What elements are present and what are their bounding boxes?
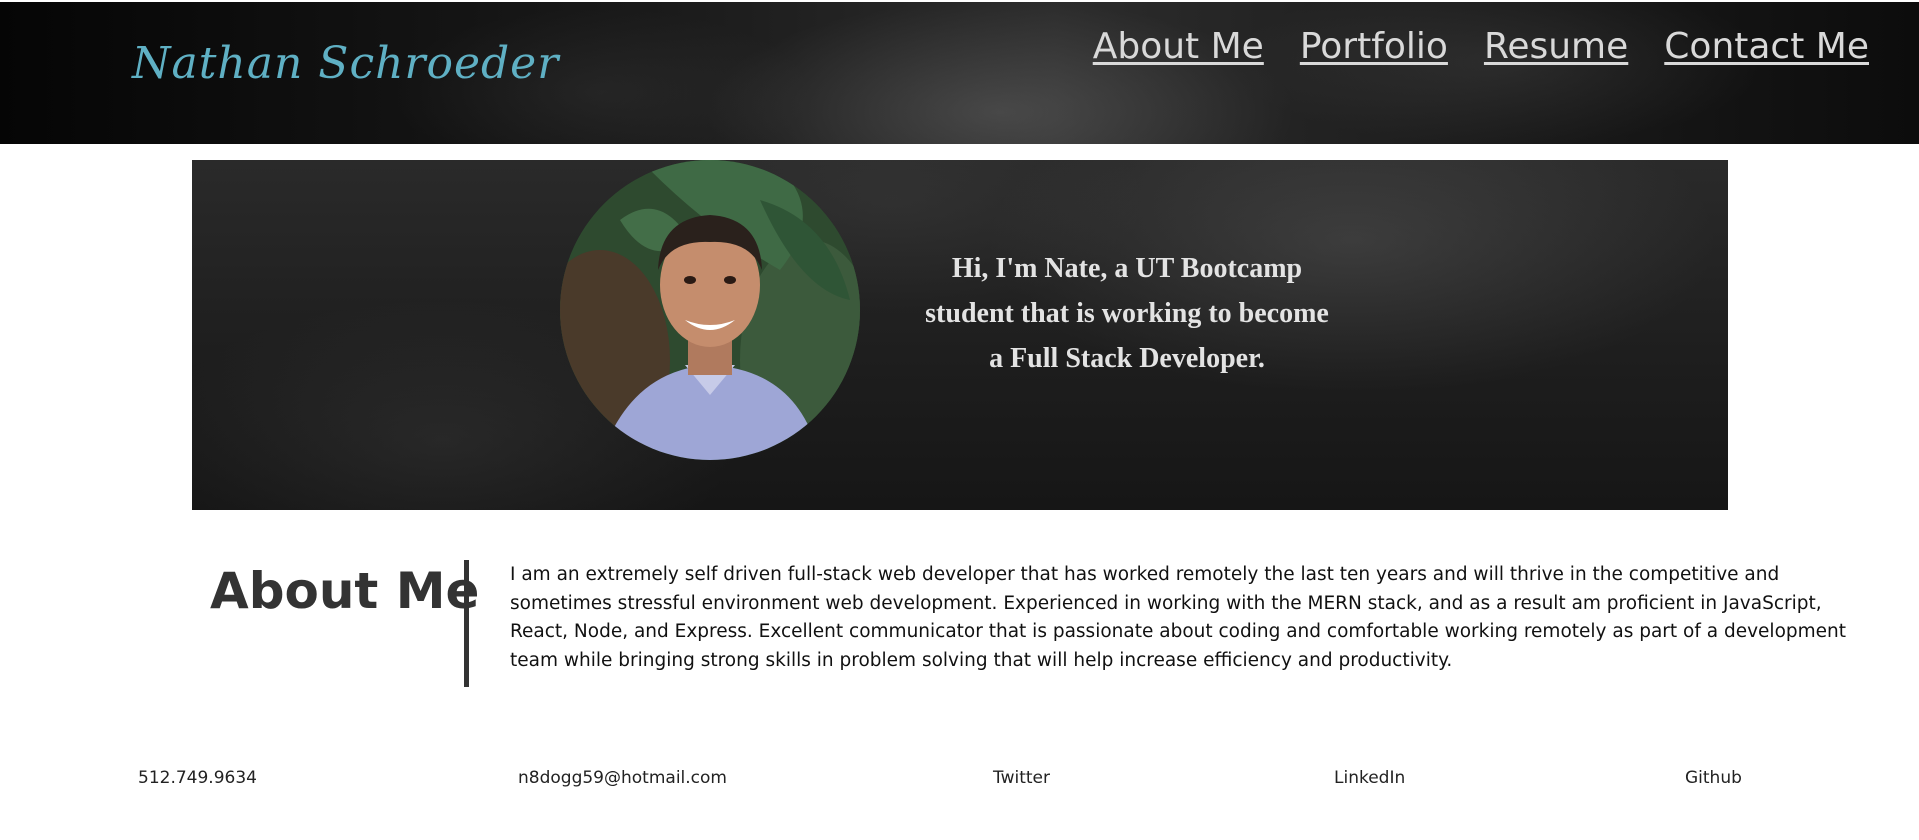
footer-twitter-link[interactable]: Twitter — [993, 768, 1050, 788]
hero-line-1: Hi, I'm Nate, a UT Bootcamp — [951, 253, 1303, 284]
footer-linkedin-link[interactable]: LinkedIn — [1334, 768, 1405, 788]
profile-photo — [560, 160, 860, 460]
main-nav: About Me Portfolio Resume Contact Me — [1093, 26, 1869, 67]
hero-banner: Hi, I'm Nate, a UT Bootcamp student that… — [192, 160, 1728, 510]
site-header: Nathan Schroeder About Me Portfolio Resu… — [0, 2, 1919, 144]
about-heading: About Me — [210, 562, 480, 620]
about-divider — [464, 560, 469, 687]
profile-photo-illustration — [560, 160, 860, 460]
hero-line-2: student that is working to become — [925, 298, 1329, 329]
about-body: I am an extremely self driven full-stack… — [510, 564, 1847, 671]
site-logo[interactable]: Nathan Schroeder — [132, 38, 559, 89]
nav-contact-me[interactable]: Contact Me — [1664, 26, 1869, 67]
footer-phone[interactable]: 512.749.9634 — [138, 768, 257, 788]
hero-intro: Hi, I'm Nate, a UT Bootcamp student that… — [882, 246, 1372, 381]
nav-about-me[interactable]: About Me — [1093, 26, 1264, 67]
footer-github-link[interactable]: Github — [1685, 768, 1742, 788]
nav-portfolio[interactable]: Portfolio — [1300, 26, 1448, 67]
footer-email[interactable]: n8dogg59@hotmail.com — [518, 768, 727, 788]
nav-resume[interactable]: Resume — [1484, 26, 1628, 67]
hero-line-3: a Full Stack Developer. — [989, 343, 1265, 374]
